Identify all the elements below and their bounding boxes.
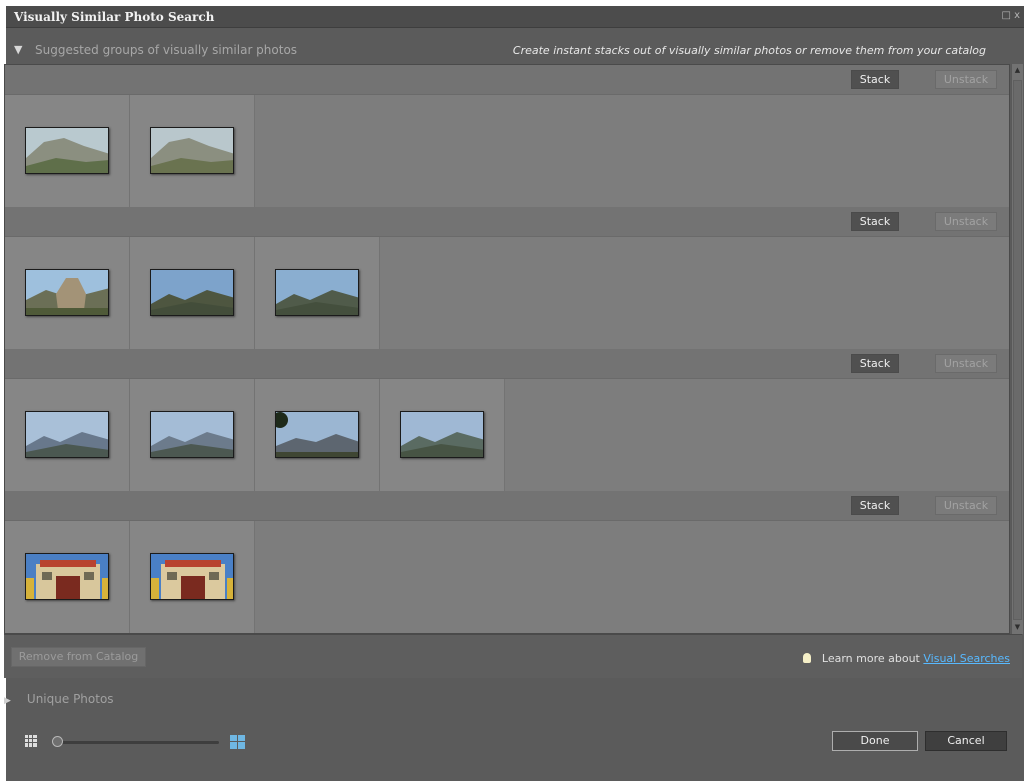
stack-button[interactable]: Stack [851, 70, 899, 89]
learn-more: Learn more about Visual Searches [802, 652, 1010, 665]
lightbulb-icon [802, 653, 811, 663]
photo-thumbnail-monastery-gate[interactable] [150, 553, 234, 600]
scrollbar-thumb[interactable] [1013, 80, 1022, 620]
stupa-mountains-image [26, 270, 108, 315]
photo-thumbnail-stupa-mountains[interactable] [25, 269, 109, 316]
photo-group: Stack Unstack [5, 207, 1009, 349]
thumbnail-row [5, 95, 1009, 207]
photo-thumbnail-mountain-range[interactable] [275, 269, 359, 316]
mountain-range-image [26, 412, 108, 457]
thumbnail-row [5, 521, 1009, 633]
mountain-range-tree-image [276, 412, 358, 457]
large-grid-icon[interactable] [230, 735, 245, 749]
unstack-button[interactable]: Unstack [935, 70, 997, 89]
groups-footer: Remove from Catalog Learn more about Vis… [4, 634, 1022, 678]
photo-cell[interactable] [5, 379, 130, 491]
unstack-button[interactable]: Unstack [935, 496, 997, 515]
mountain-range-image [151, 412, 233, 457]
photo-cell[interactable] [130, 379, 255, 491]
groups-scrollbar[interactable]: ▲ ▼ [1011, 64, 1023, 634]
scroll-down-arrow-icon[interactable]: ▼ [1013, 623, 1022, 632]
photo-cell[interactable] [130, 95, 255, 207]
stack-button[interactable]: Stack [851, 212, 899, 231]
photo-group: Stack Unstack [5, 349, 1009, 491]
photo-thumbnail-hillside-town[interactable] [25, 127, 109, 174]
photo-thumbnail-mountain-range[interactable] [25, 411, 109, 458]
photo-group: Stack Unstack [5, 65, 1009, 207]
photo-thumbnail-hillside-town[interactable] [150, 127, 234, 174]
thumbnail-row [5, 379, 1009, 491]
unique-photos-label[interactable]: Unique Photos [27, 692, 114, 706]
photo-thumbnail-mountain-range[interactable] [150, 411, 234, 458]
small-grid-icon[interactable] [25, 735, 37, 747]
thumbnail-size-slider[interactable] [25, 733, 255, 751]
window-title: Visually Similar Photo Search [14, 10, 215, 24]
scroll-up-arrow-icon[interactable]: ▲ [1013, 66, 1022, 75]
slider-track[interactable] [56, 741, 219, 744]
photo-group: Stack Unstack [5, 491, 1009, 633]
photo-thumbnail-mountain-range[interactable] [150, 269, 234, 316]
mountain-range-image [401, 412, 483, 457]
photo-cell[interactable] [5, 521, 130, 633]
slider-knob[interactable] [52, 736, 63, 747]
unstack-button[interactable]: Unstack [935, 354, 997, 373]
visual-searches-link[interactable]: Visual Searches [923, 652, 1010, 665]
unique-photos-section[interactable]: ▶ Unique Photos [4, 692, 114, 706]
collapse-triangle-icon[interactable]: ▼ [14, 43, 22, 56]
group-toolbar: Stack Unstack [5, 207, 1009, 237]
expand-triangle-icon[interactable]: ▶ [4, 696, 11, 706]
learn-more-text: Learn more about [821, 652, 920, 665]
window-controls[interactable]: □ x [1001, 10, 1020, 21]
mountain-range-image [151, 270, 233, 315]
photo-cell[interactable] [255, 237, 380, 349]
group-toolbar: Stack Unstack [5, 65, 1009, 95]
remove-from-catalog-button[interactable]: Remove from Catalog [11, 647, 146, 667]
photo-cell[interactable] [130, 521, 255, 633]
photo-cell[interactable] [5, 95, 130, 207]
hillside-town-image [151, 128, 233, 173]
photo-cell[interactable] [130, 237, 255, 349]
done-button[interactable]: Done [832, 731, 918, 751]
monastery-gate-image [26, 554, 108, 599]
photo-thumbnail-monastery-gate[interactable] [25, 553, 109, 600]
title-bar: Visually Similar Photo Search □ x [6, 6, 1024, 28]
photo-thumbnail-mountain-range[interactable] [400, 411, 484, 458]
photo-cell[interactable] [255, 379, 380, 491]
suggested-groups-hint: Create instant stacks out of visually si… [512, 44, 986, 57]
group-toolbar: Stack Unstack [5, 491, 1009, 521]
monastery-gate-image [151, 554, 233, 599]
stack-button[interactable]: Stack [851, 354, 899, 373]
unstack-button[interactable]: Unstack [935, 212, 997, 231]
group-toolbar: Stack Unstack [5, 349, 1009, 379]
photo-cell[interactable] [380, 379, 505, 491]
mountain-range-image [276, 270, 358, 315]
photo-cell[interactable] [5, 237, 130, 349]
photo-thumbnail-mountain-range-tree[interactable] [275, 411, 359, 458]
thumbnail-row [5, 237, 1009, 349]
suggested-groups-label[interactable]: Suggested groups of visually similar pho… [35, 43, 297, 57]
hillside-town-image [26, 128, 108, 173]
stack-button[interactable]: Stack [851, 496, 899, 515]
cancel-button[interactable]: Cancel [925, 731, 1007, 751]
similar-photo-groups: Stack Unstack Stack Unstack Stack Unstac… [4, 64, 1010, 634]
